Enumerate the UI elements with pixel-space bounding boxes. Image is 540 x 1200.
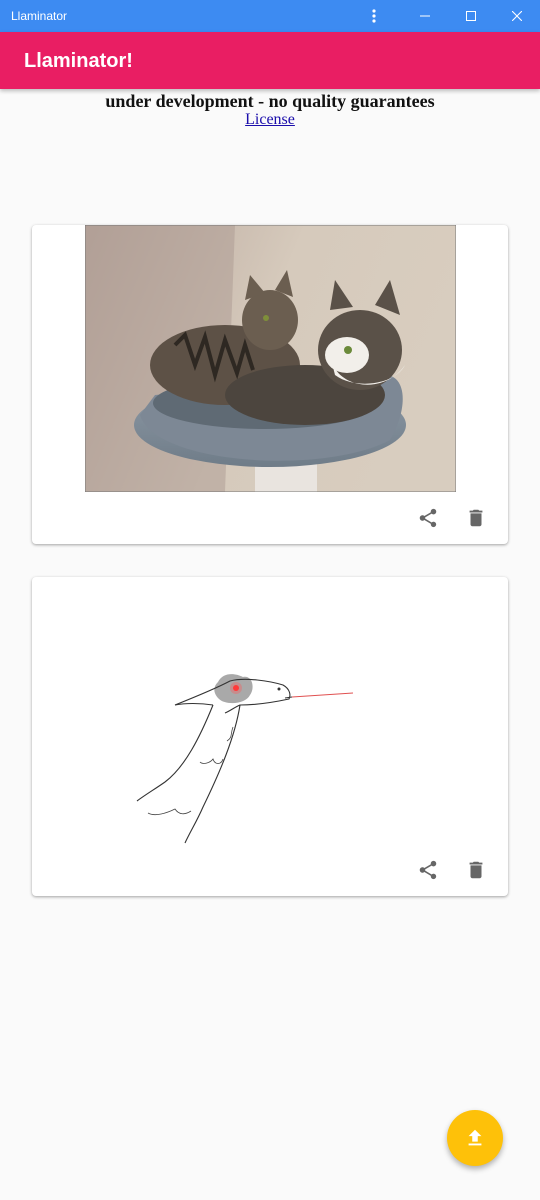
window-menu-button[interactable] [351,0,397,32]
app-title: Llaminator! [24,50,133,72]
dev-notice: under development - no quality guarantee… [0,89,540,129]
delete-button[interactable] [458,500,494,536]
window-title-bar: Llaminator [0,0,540,32]
delete-icon [469,861,483,879]
maximize-icon [466,11,476,21]
upload-button[interactable] [447,1110,503,1166]
window-title: Llaminator [11,9,68,23]
share-button[interactable] [410,500,446,536]
share-icon [419,508,437,528]
maximize-button[interactable] [448,0,494,32]
close-button[interactable] [494,0,540,32]
more-vert-icon [372,9,376,23]
card-actions [398,492,508,544]
share-button[interactable] [410,852,446,888]
delete-icon [469,509,483,527]
minimize-icon [420,15,430,17]
upload-icon [468,1129,482,1146]
image-card [32,225,508,544]
dev-notice-text: under development - no quality guarantee… [105,91,435,111]
card-actions [398,844,508,896]
cats-in-cat-bed-photo[interactable] [85,225,456,492]
share-icon [419,860,437,880]
license-link[interactable]: License [245,111,295,129]
close-icon [512,11,522,21]
delete-button[interactable] [458,852,494,888]
llama-sketch-drawing[interactable] [85,577,456,844]
minimize-button[interactable] [402,0,448,32]
app-bar: Llaminator! [0,32,540,89]
image-card [32,577,508,896]
